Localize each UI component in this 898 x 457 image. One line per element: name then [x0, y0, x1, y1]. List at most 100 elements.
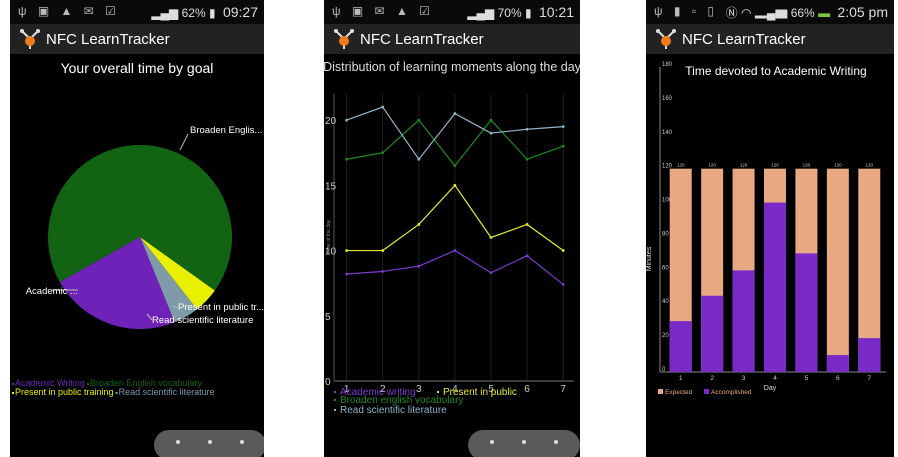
data-point — [381, 270, 385, 273]
data-point — [561, 283, 565, 286]
x-tick-label: 7 — [560, 384, 566, 395]
screen-line-chart: ψ ▣ ✉ ▲ ☑ ▂▄▆ 70% ▮ 10:21 NFC LearnTrack… — [324, 0, 580, 457]
app-logo-icon[interactable] — [332, 27, 356, 51]
legend-swatch — [12, 392, 14, 394]
y-tick-label: 160 — [662, 96, 673, 102]
data-point — [489, 118, 493, 122]
data-point — [345, 157, 349, 161]
bar-accomplished — [732, 270, 755, 372]
slice-label-academic-writing: Academic ... — [26, 286, 78, 297]
data-point — [345, 249, 349, 252]
data-point — [345, 118, 349, 122]
status-right: ▂▄▆ 70% ▮ 10:21 — [467, 4, 574, 20]
data-point — [525, 254, 529, 258]
data-point — [561, 125, 565, 129]
y-tick-label: 20 — [662, 333, 669, 339]
battery-icon: ▮ — [525, 6, 532, 20]
signal-icon: ▂▄▆ — [754, 6, 788, 20]
y-tick-label: 40 — [662, 299, 669, 305]
status-bar: ψ ▣ ✉ ▲ ☑ ▂▄▆ 70% ▮ 10:21 — [324, 0, 580, 24]
pie-chart: Your overall time by goal Broaden Englis… — [12, 60, 264, 397]
y-tick-label: 80 — [662, 231, 669, 237]
data-point — [453, 164, 457, 168]
app-title: NFC LearnTracker — [682, 31, 806, 48]
screen-bar-chart: ψ ▮ ▫ ▯ Ⓝ ◠ ▂▄▆ 66% ▬ 2:05 pm NFC LearnT… — [646, 0, 894, 457]
chart-title: Time devoted to Academic Writing — [685, 64, 866, 78]
recents-icon[interactable] — [240, 440, 244, 444]
home-icon[interactable] — [208, 440, 212, 444]
x-tick-label: 3 — [742, 375, 746, 382]
legend-swatch — [334, 391, 336, 393]
bar-chart: Time devoted to Academic Writing Minutes… — [646, 62, 886, 396]
data-point — [417, 157, 421, 161]
legend-item-read-scientific-literature: Read scientific literature — [119, 387, 215, 397]
battery-level: 66% — [790, 6, 815, 20]
data-point — [381, 249, 385, 252]
data-label-accomplished: 30 — [678, 316, 684, 321]
clock: 2:05 pm — [837, 4, 888, 20]
legend-swatch — [115, 392, 118, 394]
bar-accomplished — [669, 321, 692, 372]
navigation-bar[interactable] — [154, 430, 264, 457]
data-label-expected: 120 — [708, 163, 716, 168]
recents-icon[interactable] — [554, 440, 558, 444]
home-icon[interactable] — [522, 440, 526, 444]
status-bar: ψ ▣ ▲ ✉ ☑ ▂▄▆ 62% ▮ 09:27 — [10, 0, 264, 24]
signal-icon: ▂▄▆ — [151, 6, 179, 20]
bar-accomplished — [764, 202, 786, 372]
legend-item-present-in-public-training: Present in public training — [15, 387, 114, 397]
slice-label-present-in-public-training: Present in public tr... — [178, 302, 264, 313]
bar-accomplished — [826, 355, 849, 372]
data-label-expected: 120 — [677, 163, 685, 168]
legend-item-accomplished: Accomplished — [711, 389, 752, 396]
data-label-accomplished: 100 — [771, 198, 779, 203]
legend-item-expected: Expected — [665, 389, 692, 396]
bar-accomplished — [795, 253, 818, 372]
battery-icon: ▮ — [209, 6, 216, 20]
signal-icon: ▂▄▆ — [467, 6, 495, 20]
clock: 09:27 — [222, 4, 258, 20]
data-point — [561, 144, 565, 148]
x-tick-label: 6 — [836, 375, 840, 382]
notification-icons: ψ ▣ ✉ ▲ ☑ — [332, 4, 434, 18]
data-point — [489, 271, 493, 275]
legend-swatch — [86, 383, 89, 385]
y-tick-label: 0 — [325, 377, 331, 388]
y-tick-label: 10 — [325, 247, 337, 258]
data-point — [525, 223, 529, 226]
x-axis-label: Day — [764, 385, 777, 392]
data-label-accomplished: 60 — [741, 265, 747, 270]
back-icon[interactable] — [176, 440, 180, 444]
battery-level: 62% — [181, 6, 206, 20]
chart-title: Your overall time by goal — [61, 60, 214, 76]
clock: 10:21 — [538, 4, 574, 20]
navigation-bar[interactable] — [468, 430, 580, 457]
notification-icons: ψ ▮ ▫ ▯ — [654, 4, 719, 18]
x-tick-label: 3 — [416, 384, 422, 395]
legend-swatch — [658, 389, 663, 394]
nfc-icon: Ⓝ — [725, 6, 738, 20]
wifi-icon: ◠ — [741, 6, 752, 20]
app-logo-icon[interactable] — [654, 27, 678, 51]
data-label-expected: 120 — [834, 163, 842, 168]
data-label-accomplished: 10 — [835, 350, 841, 355]
y-tick-label: 15 — [325, 181, 337, 192]
legend-swatch — [334, 409, 336, 411]
app-logo-icon[interactable] — [18, 27, 42, 51]
battery-icon: ▬ — [818, 6, 831, 20]
bar-accomplished — [701, 295, 724, 372]
data-label-expected: 120 — [771, 163, 779, 168]
data-label-accomplished: 70 — [804, 248, 810, 253]
legend-swatch — [12, 383, 14, 385]
back-icon[interactable] — [490, 440, 494, 444]
x-tick-label: 2 — [710, 375, 714, 382]
y-axis-label: Minutes — [646, 246, 653, 271]
line-chart: Distribution of learning moments along t… — [324, 60, 580, 416]
bar-expected — [826, 168, 849, 372]
app-title: NFC LearnTracker — [46, 31, 170, 48]
slice-leader-line — [179, 133, 189, 151]
data-point — [453, 183, 457, 187]
legend-item-read-scientific-literature: Read scientific literature — [340, 405, 447, 416]
data-point — [525, 127, 529, 131]
data-point — [489, 236, 493, 239]
